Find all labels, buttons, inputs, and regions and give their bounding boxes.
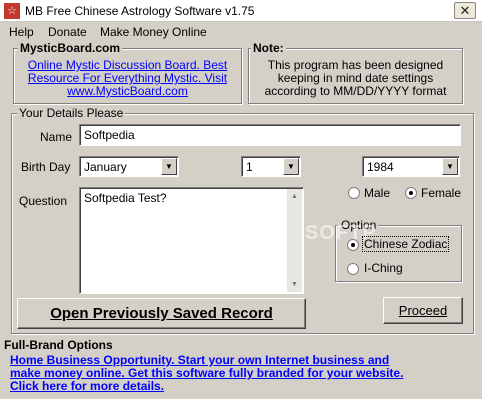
male-label[interactable]: Male — [364, 186, 390, 200]
open-saved-record-label: Open Previously Saved Record — [50, 305, 273, 322]
note-text: This program has been designed keeping i… — [249, 59, 462, 98]
note-line3: according to MM/DD/YYYY format — [264, 84, 447, 98]
month-value: January — [84, 160, 127, 174]
chinese-zodiac-label[interactable]: Chinese Zodiac — [362, 236, 450, 252]
mysticboard-line3: www.MysticBoard.com — [67, 84, 188, 98]
proceed-label: Proceed — [398, 303, 448, 318]
app-star-icon: ☆ — [4, 3, 20, 19]
mysticboard-title: MysticBoard.com — [18, 41, 123, 55]
question-label: Question — [19, 194, 68, 208]
menu-make-money-online[interactable]: Make Money Online — [100, 25, 207, 39]
fullbrand-link[interactable]: Home Business Opportunity. Start your ow… — [10, 354, 403, 393]
question-textarea[interactable]: Softpedia Test? ▲ ▼ — [79, 187, 304, 294]
menu-donate[interactable]: Donate — [48, 25, 87, 39]
window-title: MB Free Chinese Astrology Software v1.75 — [25, 4, 255, 18]
name-field[interactable]: Softpedia — [79, 124, 461, 146]
female-label[interactable]: Female — [421, 186, 461, 200]
mysticboard-link[interactable]: Online Mystic Discussion Board. Best Res… — [14, 59, 241, 98]
scroll-down-icon[interactable]: ▼ — [287, 277, 302, 292]
iching-radio[interactable] — [347, 263, 359, 275]
title-bar: ☆ MB Free Chinese Astrology Software v1.… — [0, 0, 482, 22]
female-radio[interactable] — [405, 187, 417, 199]
chinese-zodiac-radio[interactable] — [347, 239, 359, 251]
question-scrollbar[interactable]: ▲ ▼ — [287, 189, 302, 292]
scroll-up-icon[interactable]: ▲ — [287, 189, 302, 204]
name-label: Name — [40, 130, 73, 144]
note-title: Note: — [251, 41, 286, 55]
fullbrand-line3: Click here for more details. — [10, 379, 165, 393]
mysticboard-group: MysticBoard.com Online Mystic Discussion… — [13, 41, 242, 104]
fullbrand-title: Full-Brand Options — [4, 338, 113, 352]
menu-help[interactable]: Help — [9, 25, 34, 39]
year-select[interactable]: 1984 ▼ — [362, 156, 460, 177]
iching-label[interactable]: I-Ching — [364, 261, 403, 275]
note-group: Note: This program has been designed kee… — [248, 41, 463, 104]
day-value: 1 — [246, 160, 253, 174]
chevron-down-icon[interactable]: ▼ — [161, 158, 177, 175]
name-value: Softpedia — [84, 128, 135, 142]
open-saved-record-button[interactable]: Open Previously Saved Record — [17, 298, 306, 329]
menu-bar: Help Donate Make Money Online — [0, 23, 482, 42]
proceed-button[interactable]: Proceed — [383, 297, 463, 324]
close-button[interactable]: ✕ — [454, 2, 476, 19]
day-select[interactable]: 1 ▼ — [241, 156, 301, 177]
month-select[interactable]: January ▼ — [79, 156, 179, 177]
male-radio[interactable] — [348, 187, 360, 199]
birthday-label: Birth Day — [21, 160, 71, 174]
question-value: Softpedia Test? — [84, 191, 167, 205]
details-title: Your Details Please — [17, 106, 126, 120]
chevron-down-icon[interactable]: ▼ — [442, 158, 458, 175]
year-value: 1984 — [367, 160, 394, 174]
chevron-down-icon[interactable]: ▼ — [283, 158, 299, 175]
